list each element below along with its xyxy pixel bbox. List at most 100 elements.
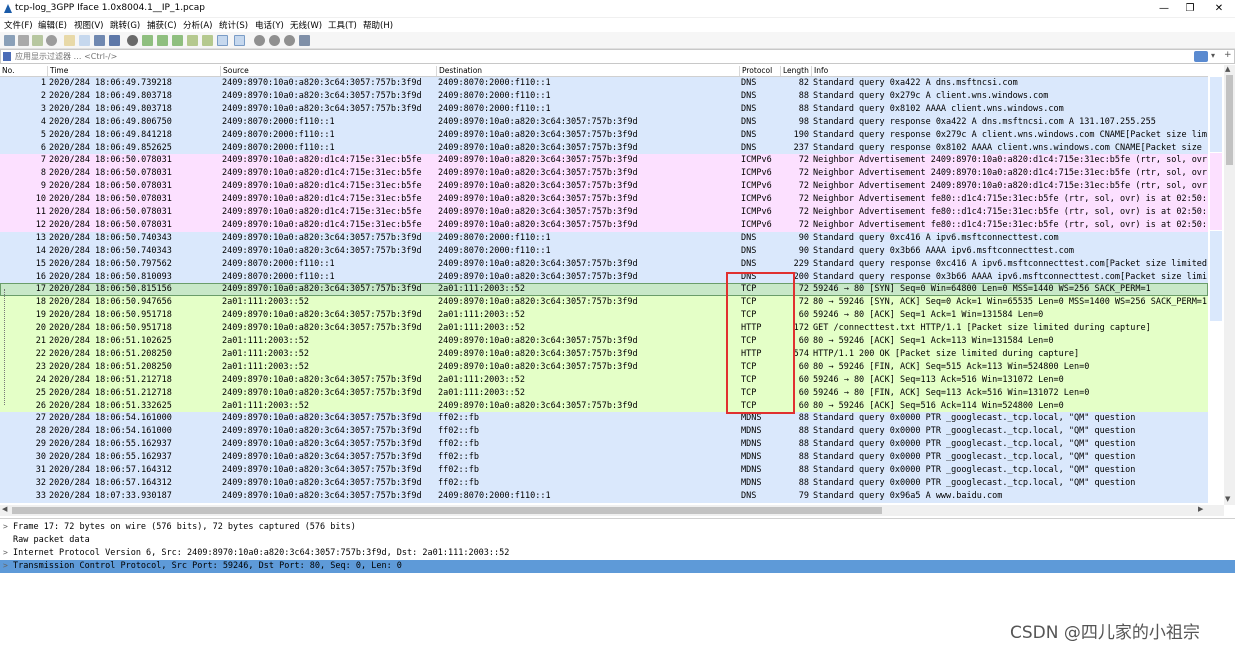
column-header-no[interactable]: No. — [0, 66, 14, 76]
packet-row[interactable]: 15 2020/284 18:06:50.797562 2409:8070:2000… — [0, 257, 1208, 271]
scroll-right-icon[interactable]: ▶ — [1198, 505, 1203, 513]
packet-row[interactable]: 32 2020/284 18:06:57.164312 2409:8970:10a0… — [0, 476, 1208, 490]
capture-options-icon[interactable] — [46, 35, 57, 46]
horizontal-scroll-thumb[interactable] — [12, 507, 882, 514]
zoom-out-icon[interactable] — [269, 35, 280, 46]
maximize-button[interactable]: ❐ — [1176, 1, 1204, 16]
packet-row[interactable]: 3 2020/284 18:06:49.803718 2409:8970:10a0:… — [0, 102, 1208, 116]
packet-source: 2409:8970:10a0:a820:3c64:3057:757b:3f9d — [222, 323, 422, 334]
reload-file-icon[interactable] — [109, 35, 120, 46]
zoom-in-icon[interactable] — [254, 35, 265, 46]
packet-row[interactable]: 1 2020/284 18:06:49.739218 2409:8970:10a0:… — [0, 77, 1208, 90]
packet-minimap[interactable] — [1209, 65, 1223, 505]
display-filter-input[interactable] — [14, 50, 1189, 63]
close-file-icon[interactable] — [94, 35, 105, 46]
packet-row[interactable]: 19 2020/284 18:06:50.951718 2409:8970:10a0… — [0, 309, 1208, 323]
packet-row[interactable]: 20 2020/284 18:06:50.951718 2409:8970:10a0… — [0, 322, 1208, 336]
packet-row[interactable]: 2 2020/284 18:06:49.803718 2409:8970:10a0:… — [0, 89, 1208, 103]
scroll-left-icon[interactable]: ◀ — [2, 505, 7, 513]
find-packet-icon[interactable] — [127, 35, 138, 46]
packet-row[interactable]: 9 2020/284 18:06:50.078031 2409:8970:10a0:… — [0, 180, 1208, 194]
menu-go[interactable]: 跳转(G) — [110, 19, 140, 31]
minimize-button[interactable]: — — [1150, 1, 1178, 16]
filter-dropdown-chevron-icon[interactable]: ▾ — [1211, 51, 1215, 60]
packet-row[interactable]: 24 2020/284 18:06:51.212718 2409:8970:10a0… — [0, 373, 1208, 387]
expand-arrow-icon[interactable]: > — [3, 561, 8, 570]
menu-wireless[interactable]: 无线(W) — [290, 19, 322, 31]
packet-row[interactable]: 21 2020/284 18:06:51.102625 2a01:111:2003:… — [0, 335, 1208, 348]
packet-row[interactable]: 7 2020/284 18:06:50.078031 2409:8970:10a0:… — [0, 154, 1208, 168]
normal-size-icon[interactable] — [284, 35, 295, 46]
packet-row[interactable]: 8 2020/284 18:06:50.078031 2409:8970:10a0:… — [0, 167, 1208, 181]
menu-tools[interactable]: 工具(T) — [328, 19, 357, 31]
packet-row[interactable]: 11 2020/284 18:06:50.078031 2409:8970:10a0… — [0, 206, 1208, 219]
packet-row[interactable]: 13 2020/284 18:06:50.740343 2409:8970:10a0… — [0, 231, 1208, 245]
detail-row-tcp[interactable]: > Transmission Control Protocol, Src Por… — [0, 560, 1235, 573]
packet-row[interactable]: 4 2020/284 18:06:49.806750 2409:8070:2000:… — [0, 115, 1208, 129]
menu-edit[interactable]: 编辑(E) — [38, 19, 67, 31]
stop-capture-icon[interactable] — [18, 35, 29, 46]
packet-row[interactable]: 12 2020/284 18:06:50.078031 2409:8970:10a0… — [0, 218, 1208, 232]
packet-row[interactable]: 27 2020/284 18:06:54.161000 2409:8970:10a0… — [0, 412, 1208, 426]
packet-row[interactable]: 22 2020/284 18:06:51.208250 2a01:111:2003:… — [0, 347, 1208, 361]
column-header-destination[interactable]: Destination — [436, 66, 482, 76]
go-first-icon[interactable] — [187, 35, 198, 46]
apply-filter-arrow-icon[interactable] — [1194, 51, 1208, 62]
packet-row[interactable]: 5 2020/284 18:06:49.841218 2409:8070:2000:… — [0, 128, 1208, 142]
packet-row[interactable]: 17 2020/284 18:06:50.815156 2409:8970:10a0… — [0, 283, 1208, 297]
column-header-protocol[interactable]: Protocol — [739, 66, 772, 76]
start-capture-icon[interactable] — [4, 35, 15, 46]
colorize-icon[interactable] — [234, 35, 245, 46]
packet-row[interactable]: 28 2020/284 18:06:54.161000 2409:8970:10a0… — [0, 425, 1208, 439]
go-forward-icon[interactable] — [157, 35, 168, 46]
packet-row[interactable]: 14 2020/284 18:06:50.740343 2409:8970:10a0… — [0, 244, 1208, 258]
go-last-icon[interactable] — [202, 35, 213, 46]
menu-analyze[interactable]: 分析(A) — [183, 19, 212, 31]
packet-row[interactable]: 25 2020/284 18:06:51.212718 2409:8970:10a0… — [0, 386, 1208, 400]
packet-row[interactable]: 26 2020/284 18:06:51.332625 2a01:111:2003:… — [0, 399, 1208, 413]
packet-row[interactable]: 18 2020/284 18:06:50.947656 2a01:111:2003:… — [0, 296, 1208, 310]
detail-row-raw[interactable]: Raw packet data — [0, 534, 1235, 547]
column-header-time[interactable]: Time — [47, 66, 68, 76]
add-filter-button-plus-icon[interactable]: + — [1224, 50, 1232, 60]
vertical-scroll-thumb[interactable] — [1226, 75, 1233, 165]
scroll-up-icon[interactable]: ▲ — [1225, 65, 1230, 73]
packet-row[interactable]: 31 2020/284 18:06:57.164312 2409:8970:10a0… — [0, 464, 1208, 477]
packet-row[interactable]: 10 2020/284 18:06:50.078031 2409:8970:10a0… — [0, 193, 1208, 207]
packet-row[interactable]: 6 2020/284 18:06:49.852625 2409:8070:2000:… — [0, 141, 1208, 155]
column-header-length[interactable]: Length — [780, 66, 809, 76]
expand-arrow-icon[interactable]: > — [3, 522, 8, 531]
close-button[interactable]: ✕ — [1205, 1, 1233, 16]
menu-help[interactable]: 帮助(H) — [363, 19, 393, 31]
restart-capture-icon[interactable] — [32, 35, 43, 46]
packet-length: 60 — [798, 387, 809, 398]
packet-row[interactable]: 16 2020/284 18:06:50.810093 2409:8070:2000… — [0, 270, 1208, 284]
packet-length: 72 — [798, 194, 809, 205]
packet-row[interactable]: 30 2020/284 18:06:55.162937 2409:8970:10a0… — [0, 451, 1208, 465]
column-header-source[interactable]: Source — [220, 66, 249, 76]
packet-no: 13 — [35, 232, 46, 243]
packet-row[interactable]: 33 2020/284 18:07:33.930187 2409:8970:10a0… — [0, 489, 1208, 503]
expand-arrow-icon[interactable]: > — [3, 548, 8, 557]
horizontal-scrollbar[interactable]: ◀ ▶ — [0, 505, 1224, 516]
scroll-down-icon[interactable]: ▼ — [1225, 495, 1230, 503]
menu-file[interactable]: 文件(F) — [4, 19, 33, 31]
packet-row[interactable]: 23 2020/284 18:06:51.208250 2a01:111:2003:… — [0, 360, 1208, 374]
menu-view[interactable]: 视图(V) — [74, 19, 103, 31]
menu-statistics[interactable]: 统计(S) — [219, 19, 248, 31]
packet-list[interactable]: 1 2020/284 18:06:49.739218 2409:8970:10a0:… — [0, 77, 1208, 505]
packet-row[interactable]: 29 2020/284 18:06:55.162937 2409:8970:10a0… — [0, 438, 1208, 452]
column-header-info[interactable]: Info — [811, 66, 828, 76]
detail-row-ipv6[interactable]: > Internet Protocol Version 6, Src: 2409… — [0, 547, 1235, 560]
autoscroll-icon[interactable] — [217, 35, 228, 46]
open-file-icon[interactable] — [64, 35, 75, 46]
detail-row-frame[interactable]: > Frame 17: 72 bytes on wire (576 bits),… — [0, 521, 1235, 534]
resize-columns-icon[interactable] — [299, 35, 310, 46]
filter-bookmark-icon[interactable] — [3, 52, 11, 61]
save-file-icon[interactable] — [79, 35, 90, 46]
menu-capture[interactable]: 捕获(C) — [147, 19, 177, 31]
menu-telephony[interactable]: 电话(Y) — [255, 19, 284, 31]
go-to-packet-icon[interactable] — [172, 35, 183, 46]
vertical-scrollbar[interactable]: ▲ ▼ — [1224, 65, 1235, 505]
go-back-icon[interactable] — [142, 35, 153, 46]
